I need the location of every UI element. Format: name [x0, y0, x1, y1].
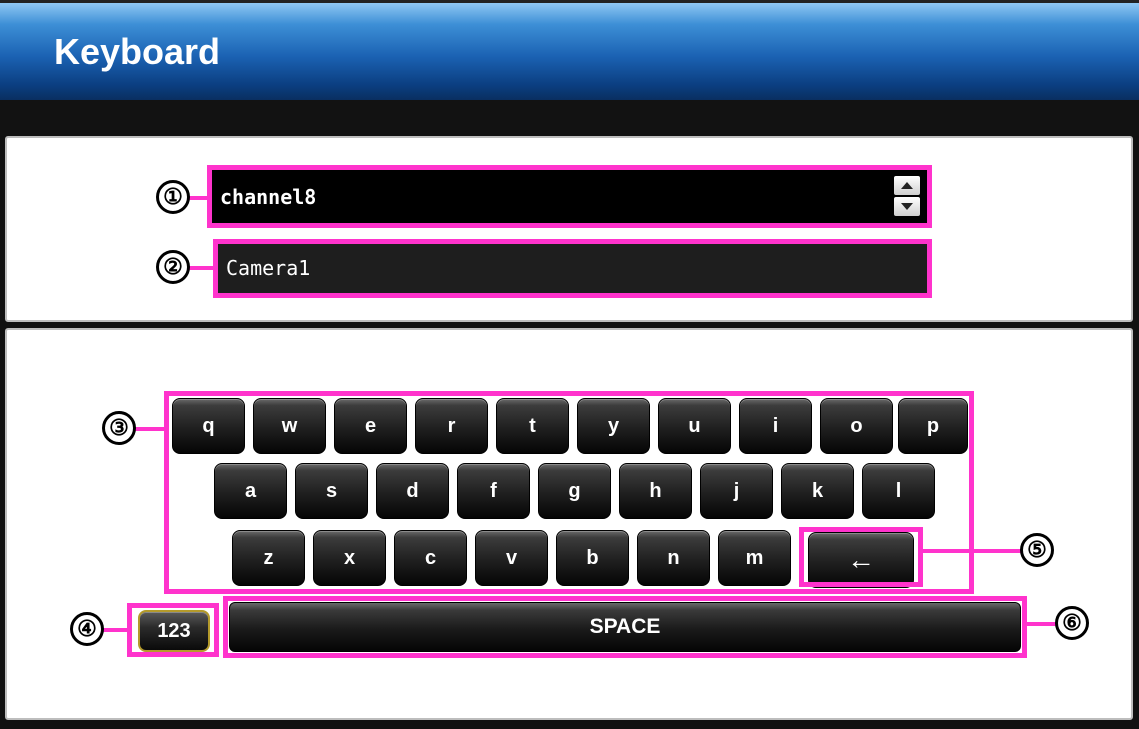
callout-line-4: [103, 628, 129, 632]
callout-3: ③: [102, 411, 136, 445]
callout-6: ⑥: [1055, 606, 1089, 640]
highlight-frame-5: [799, 527, 923, 587]
callout-line-3: [134, 427, 166, 431]
highlight-frame-2: [213, 239, 932, 298]
highlight-frame-1: [207, 165, 932, 228]
callout-line-2: [189, 266, 215, 270]
callout-line-5: [921, 549, 1021, 553]
callout-1: ①: [156, 180, 190, 214]
title-bar: Keyboard: [0, 0, 1139, 100]
callout-line-6: [1024, 622, 1056, 626]
callout-line-1: [189, 196, 209, 200]
highlight-frame-6: [223, 596, 1027, 658]
callout-4: ④: [70, 612, 104, 646]
page-title: Keyboard: [54, 31, 221, 72]
highlight-frame-4: [127, 603, 219, 657]
callout-2: ②: [156, 250, 190, 284]
title-separator: [0, 100, 1139, 136]
callout-5: ⑤: [1020, 533, 1054, 567]
